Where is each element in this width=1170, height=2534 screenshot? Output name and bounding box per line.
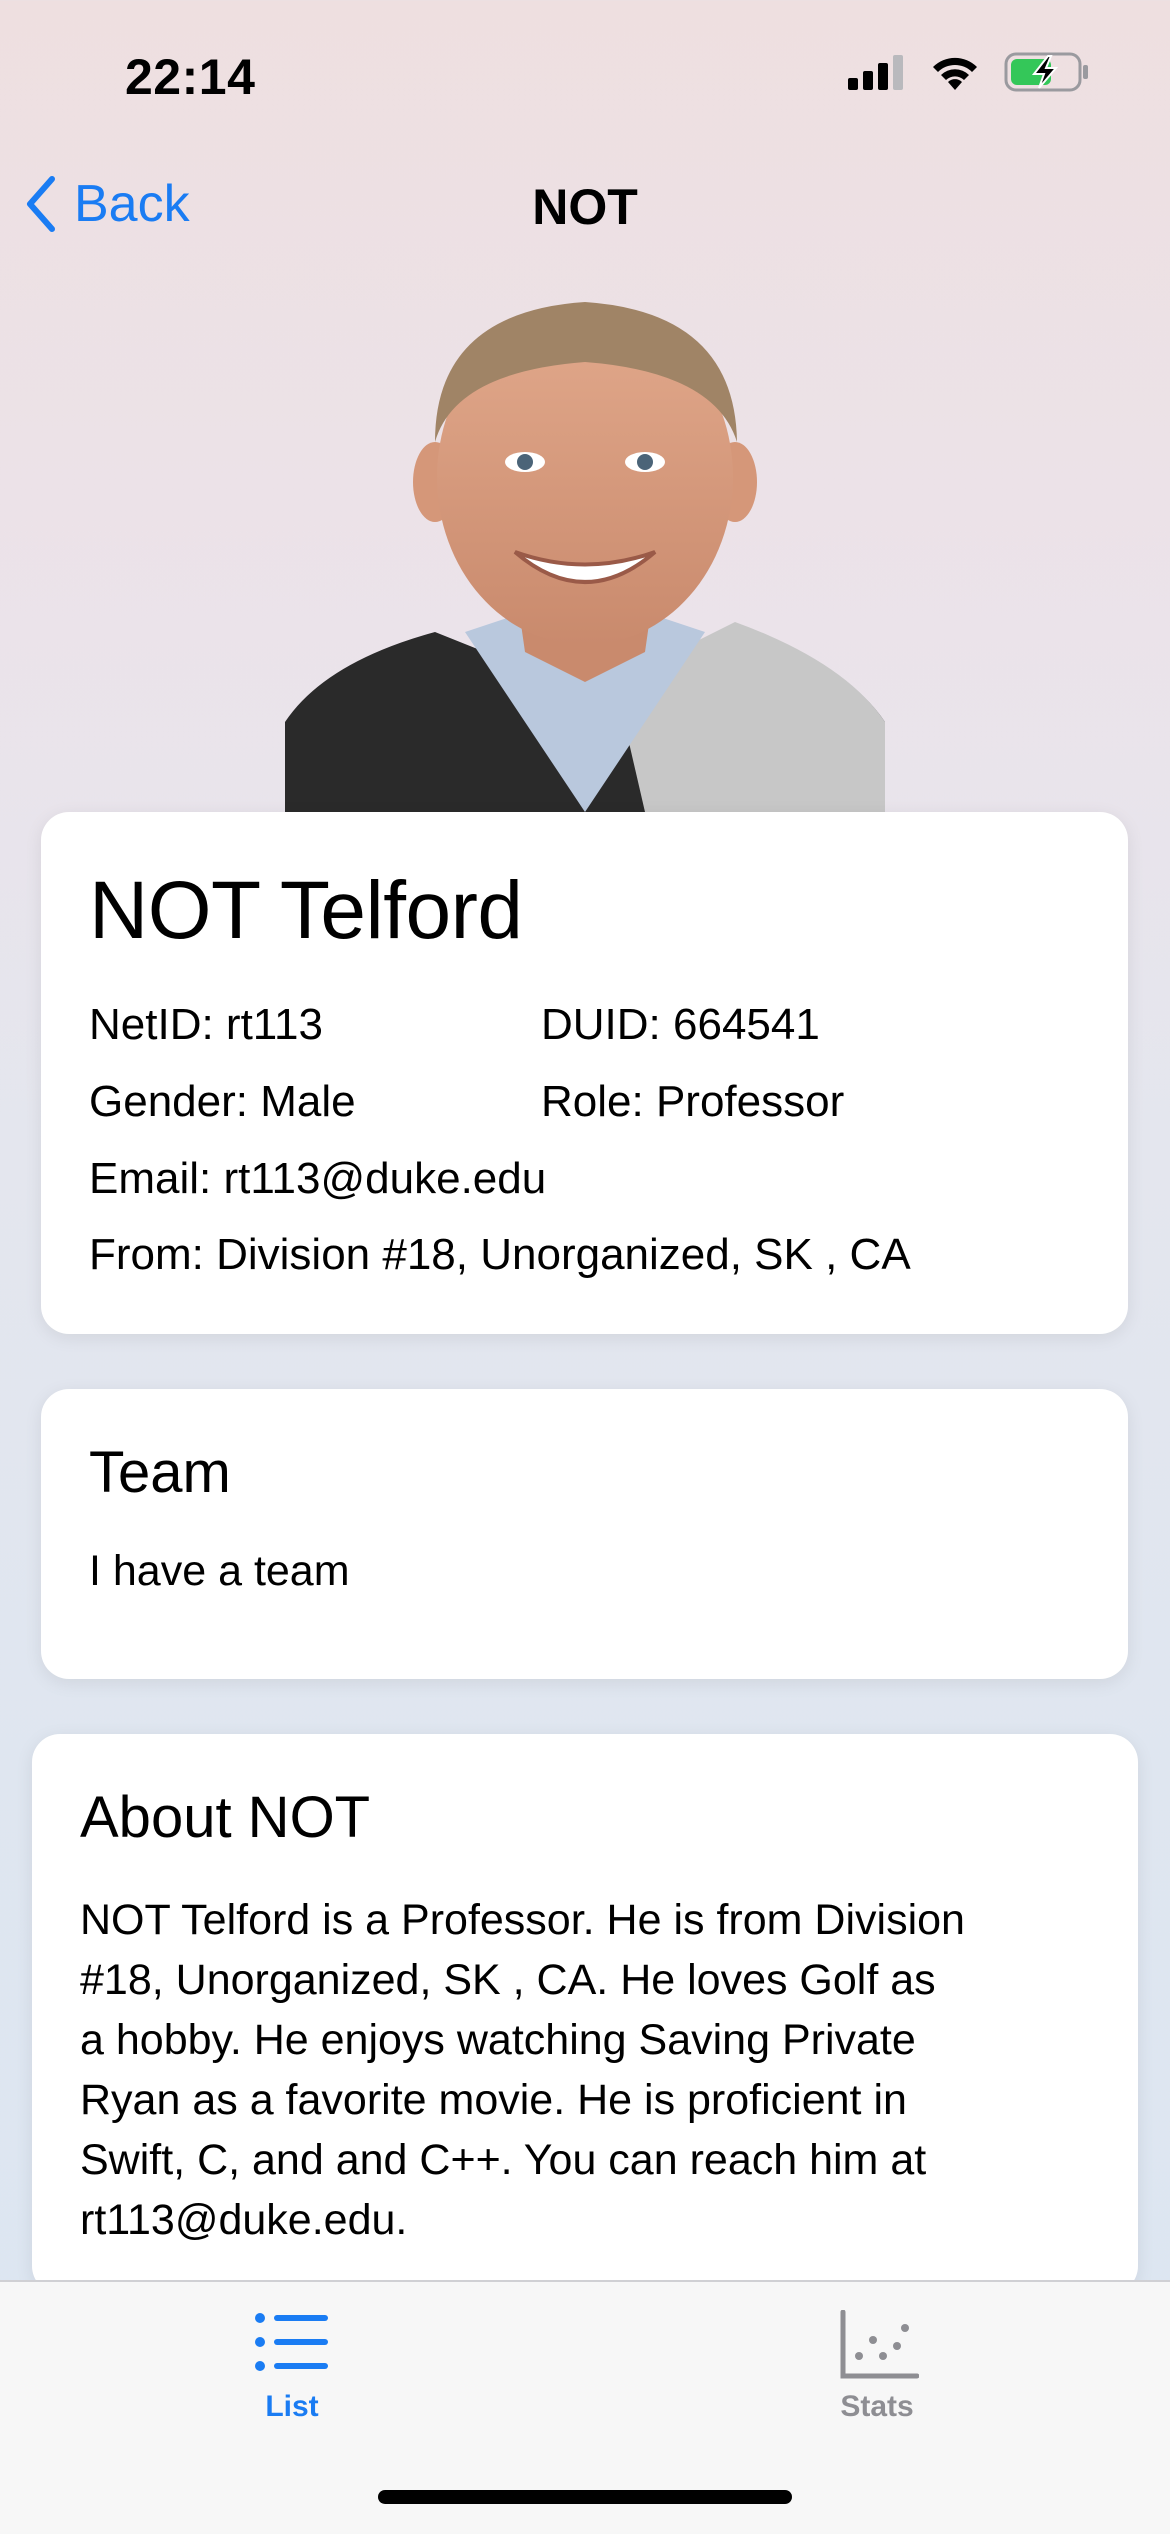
status-icons	[846, 52, 1090, 92]
team-title: Team	[89, 1440, 231, 1505]
tab-stats-label: Stats	[840, 2390, 914, 2423]
netid-field: NetID: rt113	[89, 1000, 323, 1049]
about-line: rt113@duke.edu.	[80, 2196, 408, 2244]
from-field: From: Division #18, Unorganized, SK , CA	[89, 1230, 911, 1279]
list-icon	[255, 2313, 328, 2371]
tab-list-label: List	[265, 2390, 319, 2423]
scatter-chart-icon	[840, 2310, 919, 2379]
gender-field: Gender: Male	[89, 1077, 356, 1126]
email-field: Email: rt113@duke.edu	[89, 1154, 547, 1203]
tab-stats[interactable]: Stats	[727, 2282, 1027, 2442]
navigation-bar: Back NOT	[0, 160, 1170, 256]
about-line: #18, Unorganized, SK , CA. He loves Golf…	[80, 1956, 936, 2004]
about-card: About NOT NOT Telford is a Professor. He…	[32, 1734, 1138, 2294]
status-bar: 22:14	[0, 0, 1170, 150]
page-title: NOT	[532, 179, 638, 235]
full-name: NOT Telford	[89, 865, 523, 956]
about-line: a hobby. He enjoys watching Saving Priva…	[80, 2016, 916, 2064]
about-text: NOT Telford is a Professor. He is from D…	[80, 1890, 965, 2250]
tab-list[interactable]: List	[142, 2282, 442, 2442]
about-line: Swift, C, and and C++. You can reach him…	[80, 2136, 927, 2184]
profile-info-card: NOT Telford NetID: rt113 DUID: 664541 Ge…	[41, 812, 1128, 1334]
role-field: Role: Professor	[541, 1077, 845, 1126]
status-time: 22:14	[125, 49, 256, 105]
profile-photo	[285, 302, 885, 812]
about-line: Ryan as a favorite movie. He is proficie…	[80, 2076, 907, 2124]
cellular-signal-icon	[848, 55, 903, 90]
home-indicator[interactable]	[378, 2490, 792, 2504]
about-line: NOT Telford is a Professor. He is from D…	[80, 1896, 965, 1944]
team-card: Team I have a team	[41, 1389, 1128, 1679]
tab-bar: List Stats	[0, 2280, 1170, 2534]
duid-field: DUID: 664541	[541, 1000, 820, 1049]
about-title: About NOT	[80, 1785, 371, 1850]
battery-charging-icon	[1004, 52, 1088, 92]
wifi-icon	[933, 57, 977, 90]
team-text: I have a team	[89, 1547, 350, 1595]
